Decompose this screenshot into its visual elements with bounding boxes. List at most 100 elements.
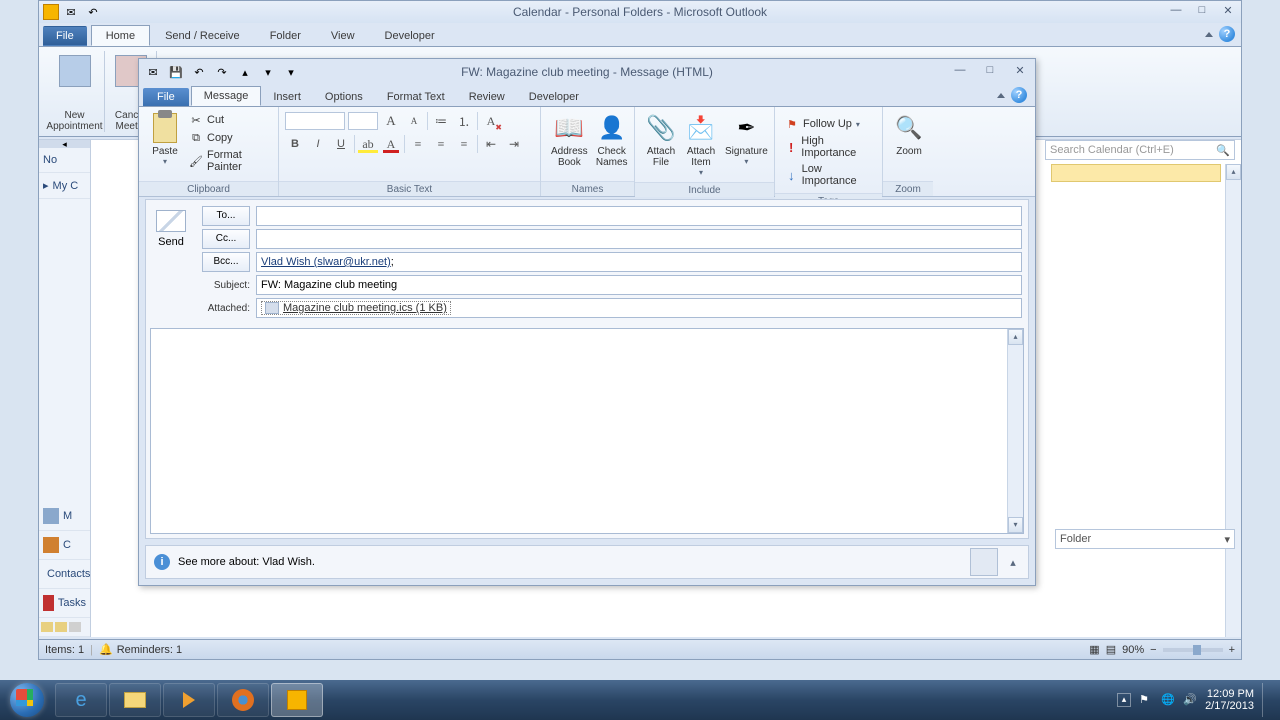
msg-tab-message[interactable]: Message xyxy=(191,86,262,106)
decrease-indent-icon[interactable]: ⇤ xyxy=(481,134,501,154)
nav-collapse-icon[interactable]: ◂ xyxy=(39,140,90,148)
attach-item-button[interactable]: 📩 Attach Item ▾ xyxy=(681,110,721,179)
copy-button[interactable]: ⧉Copy xyxy=(187,130,270,146)
numbering-icon[interactable]: ⒈ xyxy=(454,111,474,131)
to-input[interactable] xyxy=(256,206,1022,226)
zoom-out-icon[interactable]: − xyxy=(1150,644,1156,656)
attach-file-button[interactable]: 📎 Attach File xyxy=(641,110,681,170)
new-appointment-icon[interactable] xyxy=(59,55,91,87)
taskbar-firefox[interactable] xyxy=(217,683,269,717)
tab-view[interactable]: View xyxy=(316,25,370,46)
signature-button[interactable]: ✒ Signature ▾ xyxy=(721,110,772,168)
nav-contacts[interactable]: Contacts xyxy=(39,560,90,589)
font-color-icon[interactable]: A xyxy=(381,134,401,154)
to-button[interactable]: To... xyxy=(202,206,250,226)
action-center-icon[interactable]: ⚑ xyxy=(1139,693,1153,707)
tab-home[interactable]: Home xyxy=(91,25,150,46)
cut-button[interactable]: ✂Cut xyxy=(187,112,270,128)
italic-button[interactable]: I xyxy=(308,134,328,154)
send-button[interactable]: Send xyxy=(158,236,184,248)
msg-tab-file[interactable]: File xyxy=(143,88,189,106)
shrink-font-icon[interactable]: A xyxy=(404,111,424,131)
tab-file[interactable]: File xyxy=(43,26,87,46)
cc-button[interactable]: Cc... xyxy=(202,229,250,249)
nav-calendar[interactable]: C xyxy=(39,531,90,560)
search-calendar-input[interactable]: Search Calendar (Ctrl+E) 🔍 xyxy=(1045,140,1235,160)
msg-tab-developer[interactable]: Developer xyxy=(517,88,591,106)
subject-input[interactable]: FW: Magazine club meeting xyxy=(256,275,1022,295)
tab-send-receive[interactable]: Send / Receive xyxy=(150,25,255,46)
taskbar-explorer[interactable] xyxy=(109,683,161,717)
bullets-icon[interactable]: ≔ xyxy=(431,111,451,131)
underline-button[interactable]: U xyxy=(331,134,351,154)
expand-people-pane-icon[interactable]: ▴ xyxy=(1006,555,1020,569)
align-left-icon[interactable]: ≡ xyxy=(408,134,428,154)
view-normal-icon[interactable]: ▦ xyxy=(1089,643,1099,656)
bold-button[interactable]: B xyxy=(285,134,305,154)
msg-close-button[interactable]: ✕ xyxy=(1011,63,1029,77)
format-painter-button[interactable]: 🖌Format Painter xyxy=(187,148,270,174)
tray-expand-icon[interactable]: ▴ xyxy=(1117,693,1131,707)
follow-up-button[interactable]: ⚑Follow Up ▾ xyxy=(783,116,874,132)
reminder-icon[interactable]: 🔔 xyxy=(99,643,113,656)
taskbar-media-player[interactable] xyxy=(163,683,215,717)
scroll-up-icon[interactable]: ▴ xyxy=(1226,164,1241,180)
contact-avatar[interactable] xyxy=(970,548,998,576)
clear-formatting-icon[interactable]: A✖ xyxy=(481,111,501,131)
align-center-icon[interactable]: ≡ xyxy=(431,134,451,154)
cc-input[interactable] xyxy=(256,229,1022,249)
minimize-button[interactable]: — xyxy=(1167,3,1185,17)
minimize-ribbon-icon[interactable] xyxy=(1205,32,1213,37)
bcc-button[interactable]: Bcc... xyxy=(202,252,250,272)
font-size-dropdown[interactable] xyxy=(348,112,378,130)
todo-folder-dropdown[interactable]: Folder ▾ xyxy=(1055,529,1235,549)
paste-button[interactable]: Paste ▾ xyxy=(145,110,185,168)
start-button[interactable] xyxy=(0,680,54,720)
help-icon[interactable]: ? xyxy=(1219,26,1235,42)
nav-mail[interactable]: M xyxy=(39,502,90,531)
volume-icon[interactable]: 🔊 xyxy=(1183,693,1197,707)
nav-tasks[interactable]: Tasks xyxy=(39,589,90,618)
scroll-up-icon[interactable]: ▴ xyxy=(1008,329,1023,345)
close-button[interactable]: ✕ xyxy=(1219,3,1237,17)
bcc-input[interactable]: Vlad Wish (slwar@ukr.net); xyxy=(256,252,1022,272)
msg-tab-insert[interactable]: Insert xyxy=(261,88,313,106)
zoom-in-icon[interactable]: + xyxy=(1229,644,1235,656)
attachment-chip[interactable]: Magazine club meeting.ics (1 KB) xyxy=(261,301,451,315)
check-names-button[interactable]: 👤 Check Names xyxy=(592,110,632,170)
font-name-dropdown[interactable] xyxy=(285,112,345,130)
nav-november[interactable]: No xyxy=(39,148,90,173)
view-reading-icon[interactable]: ▤ xyxy=(1106,643,1116,656)
body-scrollbar[interactable]: ▴ ▾ xyxy=(1007,329,1023,533)
nav-shortcuts[interactable] xyxy=(39,618,90,637)
maximize-button[interactable]: □ xyxy=(1193,3,1211,17)
grow-font-icon[interactable]: A xyxy=(381,111,401,131)
highlight-icon[interactable]: ab xyxy=(358,134,378,154)
message-body-input[interactable]: ▴ ▾ xyxy=(150,328,1024,534)
zoom-button[interactable]: 🔍 Zoom xyxy=(889,110,929,159)
align-right-icon[interactable]: ≡ xyxy=(454,134,474,154)
scroll-down-icon[interactable]: ▾ xyxy=(1008,517,1023,533)
msg-minimize-button[interactable]: — xyxy=(951,63,969,77)
msg-maximize-button[interactable]: □ xyxy=(981,63,999,77)
tab-folder[interactable]: Folder xyxy=(255,25,316,46)
address-book-button[interactable]: 📖 Address Book xyxy=(547,110,592,170)
attached-input[interactable]: Magazine club meeting.ics (1 KB) xyxy=(256,298,1022,318)
msg-tab-format-text[interactable]: Format Text xyxy=(375,88,457,106)
show-desktop-button[interactable] xyxy=(1262,683,1270,717)
taskbar-outlook[interactable] xyxy=(271,683,323,717)
msg-minimize-ribbon-icon[interactable] xyxy=(997,93,1005,98)
search-icon[interactable]: 🔍 xyxy=(1216,144,1230,157)
low-importance-button[interactable]: ↓Low Importance xyxy=(783,162,874,188)
increase-indent-icon[interactable]: ⇥ xyxy=(504,134,524,154)
msg-tab-options[interactable]: Options xyxy=(313,88,375,106)
high-importance-button[interactable]: !High Importance xyxy=(783,134,874,160)
network-icon[interactable]: 🌐 xyxy=(1161,693,1175,707)
tray-clock[interactable]: 12:09 PM 2/17/2013 xyxy=(1205,688,1254,712)
nav-my-calendars[interactable]: ▸ My C xyxy=(39,173,90,199)
taskbar-ie[interactable]: e xyxy=(55,683,107,717)
msg-tab-review[interactable]: Review xyxy=(457,88,517,106)
msg-help-icon[interactable]: ? xyxy=(1011,87,1027,103)
calendar-scrollbar[interactable]: ▴ xyxy=(1225,164,1241,637)
tab-developer[interactable]: Developer xyxy=(370,25,450,46)
